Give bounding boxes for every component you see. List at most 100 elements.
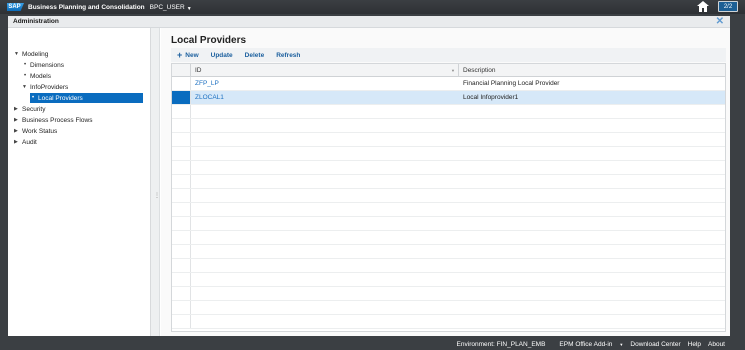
row-selector <box>172 301 191 314</box>
expand-toggle-icon[interactable]: ▶ <box>14 106 22 112</box>
tree-item-infoproviders[interactable]: ▼ InfoProviders <box>22 82 68 92</box>
row-selector <box>172 315 191 328</box>
row-selector <box>172 175 191 188</box>
user-name: BPC_USER <box>149 3 185 11</box>
empty-row <box>172 133 725 147</box>
close-icon[interactable]: ✕ <box>716 17 724 27</box>
empty-row <box>172 245 725 259</box>
table-body: ZFP_LP Financial Planning Local Provider… <box>172 77 725 329</box>
tree-item-audit[interactable]: ▶ Audit <box>14 137 37 147</box>
main-content: Local Providers + New Update Delete Refr… <box>161 28 730 336</box>
home-icon[interactable] <box>697 1 709 12</box>
tree-item-models[interactable]: • Models <box>24 71 51 81</box>
empty-row <box>172 147 725 161</box>
row-selector <box>172 259 191 272</box>
table-header: ID ▼ Description <box>172 64 725 77</box>
row-selector <box>172 287 191 300</box>
plus-icon: + <box>177 50 183 60</box>
cell-description: Local Infoprovider1 <box>463 94 519 101</box>
caret-down-icon: ▼ <box>186 6 192 12</box>
row-selector[interactable] <box>172 77 191 90</box>
cell-id[interactable]: ZLOCAL1 <box>191 91 459 104</box>
tree-item-label: Work Status <box>22 127 58 135</box>
row-selector <box>172 231 191 244</box>
row-selector <box>172 217 191 230</box>
tree-item-security[interactable]: ▶ Security <box>14 104 45 114</box>
pane-splitter[interactable]: ⋮ <box>151 28 160 336</box>
providers-table: ID ▼ Description ZFP_LP Financial Planni… <box>171 63 726 332</box>
about-link[interactable]: About <box>708 341 725 348</box>
tree-item-label: Business Process Flows <box>22 116 93 124</box>
screen-badge[interactable]: 2/2 <box>718 1 738 12</box>
epm-addin-menu[interactable]: EPM Office Add-in ▼ <box>552 341 623 348</box>
row-selector <box>172 203 191 216</box>
expand-toggle-icon[interactable]: ▶ <box>14 128 22 134</box>
expand-toggle-icon[interactable]: ▶ <box>14 117 22 123</box>
window-header: Administration ✕ <box>8 16 730 28</box>
update-button[interactable]: Update <box>211 52 233 59</box>
table-row[interactable]: ZLOCAL1 Local Infoprovider1 <box>172 91 725 105</box>
empty-row <box>172 273 725 287</box>
new-button-label: New <box>185 51 199 59</box>
select-all-cell[interactable] <box>172 64 191 77</box>
empty-row <box>172 231 725 245</box>
tree-item-dimensions[interactable]: • Dimensions <box>24 60 64 70</box>
administration-window: Administration ✕ ▼ Modeling • Dimensions… <box>8 16 730 336</box>
download-center-link[interactable]: Download Center <box>630 341 680 348</box>
tree-item-label: Dimensions <box>30 61 64 69</box>
expand-toggle-icon[interactable]: ▶ <box>14 139 22 145</box>
empty-row <box>172 175 725 189</box>
help-link[interactable]: Help <box>688 341 701 348</box>
sort-icon[interactable]: ▼ <box>451 68 455 73</box>
refresh-button[interactable]: Refresh <box>276 52 300 59</box>
navigation-tree: ▼ Modeling • Dimensions • Models ▼ InfoP… <box>8 28 151 336</box>
tree-item-label: Models <box>30 72 51 80</box>
toolbar: + New Update Delete Refresh <box>171 48 726 62</box>
delete-button[interactable]: Delete <box>245 52 265 59</box>
column-header-description[interactable]: Description <box>459 64 725 77</box>
tree-item-label: Local Providers <box>38 94 83 102</box>
empty-row <box>172 105 725 119</box>
row-selector <box>172 189 191 202</box>
empty-row <box>172 301 725 315</box>
window-title: Administration <box>13 18 59 25</box>
new-button[interactable]: + New <box>177 50 199 60</box>
tree-item-label: Security <box>22 105 46 113</box>
row-selector <box>172 245 191 258</box>
empty-row <box>172 315 725 329</box>
tree-item-label: InfoProviders <box>30 83 69 91</box>
environment-label[interactable]: Environment: FIN_PLAN_EMB <box>457 341 546 348</box>
empty-row <box>172 161 725 175</box>
cell-description: Financial Planning Local Provider <box>463 80 560 87</box>
tree-item-label: Modeling <box>22 50 49 58</box>
empty-row <box>172 119 725 133</box>
empty-row <box>172 217 725 231</box>
caret-down-icon: ▼ <box>619 341 624 347</box>
grip-icon[interactable]: ⋮ <box>154 192 160 199</box>
row-selector[interactable] <box>172 91 191 104</box>
tree-item-local-providers[interactable]: • Local Providers <box>30 93 143 103</box>
row-selector <box>172 273 191 286</box>
sap-logo: SAP <box>7 3 24 11</box>
app-title: Business Planning and Consolidation <box>28 3 145 11</box>
empty-row <box>172 259 725 273</box>
tree-item-business-process-flows[interactable]: ▶ Business Process Flows <box>14 115 92 125</box>
expand-toggle-icon[interactable]: ▼ <box>14 51 22 57</box>
tree-item-label: Audit <box>22 138 37 146</box>
row-selector <box>172 119 191 132</box>
expand-toggle-icon[interactable]: ▼ <box>22 84 30 90</box>
row-selector <box>172 133 191 146</box>
tree-item-modeling[interactable]: ▼ Modeling <box>14 49 48 59</box>
empty-row <box>172 189 725 203</box>
row-selector <box>172 105 191 118</box>
page-title: Local Providers <box>171 35 247 46</box>
column-header-id[interactable]: ID ▼ <box>191 64 459 77</box>
cell-id[interactable]: ZFP_LP <box>191 77 459 90</box>
table-row[interactable]: ZFP_LP Financial Planning Local Provider <box>172 77 725 91</box>
user-menu[interactable]: BPC_USER ▼ <box>149 3 192 13</box>
status-bar: Environment: FIN_PLAN_EMB EPM Office Add… <box>0 338 745 350</box>
tree-item-work-status[interactable]: ▶ Work Status <box>14 126 57 136</box>
empty-row <box>172 203 725 217</box>
row-selector <box>172 147 191 160</box>
row-selector <box>172 161 191 174</box>
